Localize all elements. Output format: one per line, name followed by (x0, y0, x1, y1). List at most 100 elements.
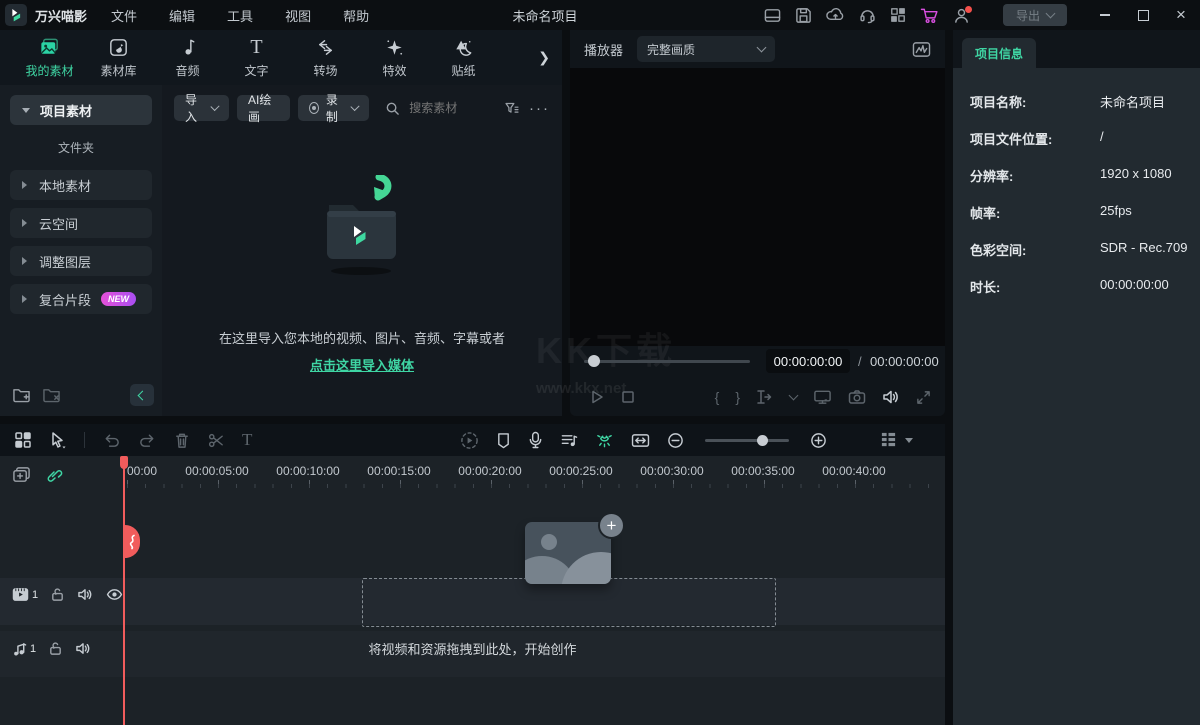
tab-stock-library[interactable]: 素材库 (85, 36, 152, 79)
import-media-link[interactable]: 点击这里导入媒体 (310, 355, 414, 374)
sidebar-item-local-media[interactable]: 本地素材 (10, 170, 152, 200)
playhead-snap-badge[interactable] (125, 525, 140, 558)
timeline-drop-zone[interactable] (362, 578, 776, 627)
menu-help[interactable]: 帮助 (327, 6, 385, 25)
select-tool-icon[interactable] (49, 431, 67, 449)
minimize-button[interactable] (1086, 0, 1124, 30)
zoom-in-icon[interactable] (810, 432, 827, 449)
playhead-line[interactable] (123, 456, 125, 725)
fullscreen-icon[interactable] (916, 390, 931, 405)
filter-icon[interactable] (504, 100, 519, 116)
mirror-display-icon[interactable] (813, 389, 832, 405)
trim-tool-icon[interactable] (756, 389, 774, 405)
panel-layout-icon[interactable] (764, 7, 781, 24)
media-sidebar: 项目素材 文件夹 本地素材 云空间 调整图层 复合片段 NEW (0, 85, 162, 416)
auto-ripple-magnet-icon[interactable] (595, 431, 614, 449)
search-input[interactable] (407, 100, 496, 116)
chevron-down-icon[interactable] (789, 391, 799, 401)
support-headset-icon[interactable] (859, 7, 876, 24)
volume-icon[interactable] (882, 389, 900, 405)
collapse-arrow-icon (22, 257, 27, 265)
mute-track-icon[interactable] (77, 587, 94, 602)
menu-edit[interactable]: 编辑 (153, 6, 211, 25)
stock-library-icon (107, 36, 130, 59)
media-view-icon[interactable] (14, 431, 32, 449)
sidebar-item-folder[interactable]: 文件夹 (58, 139, 162, 156)
zoom-slider-thumb[interactable] (757, 435, 768, 446)
marker-icon[interactable] (496, 432, 511, 449)
seek-thumb[interactable] (588, 355, 600, 367)
menu-view[interactable]: 视图 (269, 6, 327, 25)
redo-icon[interactable] (138, 432, 157, 448)
timeline[interactable]: 00:00 00:00:05:00 00:00:10:00 00:00:15:0… (0, 456, 945, 725)
tab-text[interactable]: T 文字 (223, 36, 290, 79)
store-cart-icon[interactable] (920, 7, 939, 24)
info-value: / (1100, 129, 1200, 148)
seek-bar[interactable] (584, 360, 750, 363)
menu-tools[interactable]: 工具 (211, 6, 269, 25)
ai-paint-button[interactable]: AI绘画 (237, 95, 290, 121)
split-scissors-icon[interactable] (207, 432, 225, 449)
tab-effects[interactable]: 特效 (361, 36, 428, 79)
new-folder-icon[interactable] (12, 386, 31, 403)
hide-track-icon[interactable] (106, 588, 123, 601)
account-button[interactable] (953, 7, 970, 24)
link-clips-icon[interactable] (45, 466, 63, 484)
effects-star-icon (383, 36, 406, 59)
timeline-zoom-slider[interactable] (705, 439, 789, 442)
mark-out-button[interactable]: } (735, 389, 740, 405)
snapshot-camera-icon[interactable] (848, 389, 866, 405)
tab-stickers[interactable]: 贴纸 (430, 36, 497, 79)
close-button[interactable]: × (1162, 0, 1200, 30)
import-hint-text: 在这里导入您本地的视频、图片、音频、字幕或者 (162, 328, 562, 347)
sidebar-item-compound-clip[interactable]: 复合片段 NEW (10, 284, 152, 314)
tabbar-expand-chevron[interactable]: ❯ (538, 49, 550, 66)
maximize-button[interactable] (1124, 0, 1162, 30)
stop-button[interactable] (620, 389, 636, 405)
quality-dropdown[interactable]: 完整画质 (637, 36, 775, 62)
menu-file[interactable]: 文件 (95, 6, 153, 25)
more-options-button[interactable]: ··· (529, 100, 550, 117)
minimize-icon (1100, 14, 1110, 16)
text-tool-button[interactable]: T (242, 431, 252, 449)
add-media-plus-icon[interactable]: + (598, 512, 625, 539)
import-button[interactable]: 导入 (174, 95, 229, 121)
ruler-label: 00:00 (127, 464, 157, 478)
chevron-down-icon[interactable] (905, 438, 913, 443)
track-manager-icon[interactable] (880, 431, 897, 449)
scope-icon[interactable] (912, 41, 931, 58)
tab-my-media[interactable]: 我的素材 (16, 36, 83, 79)
voiceover-mic-icon[interactable] (528, 431, 543, 449)
video-track-header: 1 (0, 587, 124, 602)
project-title: 未命名项目 (455, 6, 635, 25)
record-button[interactable]: 录制 (298, 95, 370, 121)
audio-mixer-icon[interactable] (560, 432, 578, 449)
sticker-icon (452, 36, 475, 59)
render-preview-icon[interactable] (460, 431, 479, 450)
playhead-handle[interactable] (120, 456, 128, 469)
undo-icon[interactable] (102, 432, 121, 448)
mark-in-button[interactable]: { (715, 389, 720, 405)
sidebar-item-project-media[interactable]: 项目素材 (10, 95, 152, 125)
zoom-out-icon[interactable] (667, 432, 684, 449)
tab-transitions[interactable]: 转场 (292, 36, 359, 79)
apps-grid-icon[interactable] (890, 7, 906, 23)
cloud-sync-icon[interactable] (826, 7, 845, 24)
search-box[interactable] (385, 100, 496, 116)
export-button[interactable]: 导出 (1003, 4, 1067, 26)
sidebar-item-adjustment-layer[interactable]: 调整图层 (10, 246, 152, 276)
collapse-sidebar-button[interactable] (130, 384, 154, 406)
close-icon: × (1176, 5, 1186, 25)
play-button[interactable] (588, 388, 606, 406)
lock-track-icon[interactable] (50, 587, 65, 602)
fit-timeline-icon[interactable] (631, 433, 650, 448)
add-clip-icon[interactable] (12, 466, 31, 484)
save-icon[interactable] (795, 7, 812, 24)
delete-icon[interactable] (174, 432, 190, 449)
sidebar-item-cloud-space[interactable]: 云空间 (10, 208, 152, 238)
tab-project-info[interactable]: 项目信息 (962, 38, 1036, 68)
delete-folder-icon[interactable] (42, 386, 61, 403)
info-value: 1920 x 1080 (1100, 166, 1200, 185)
tab-audio[interactable]: 音频 (154, 36, 221, 79)
chevron-down-icon (210, 102, 219, 111)
